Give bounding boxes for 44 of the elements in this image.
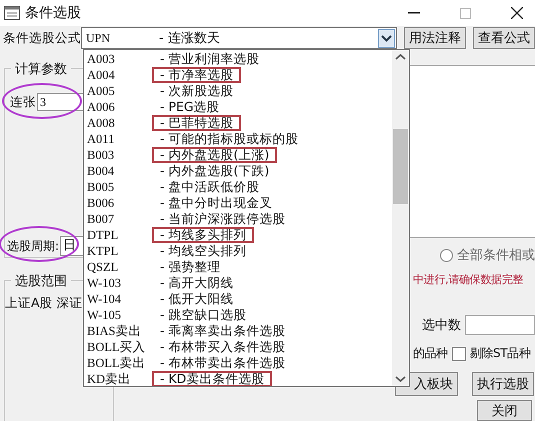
param-label: 选股周期: <box>7 238 60 254</box>
group-title: 计算参数 <box>11 60 71 78</box>
count-label: 选中数 <box>422 317 461 334</box>
dropdown-item[interactable]: BIAS卖出 - 乖离率卖出条件选股 <box>84 323 392 339</box>
option-label: 的品种 <box>413 345 448 362</box>
dropdown-item[interactable]: A004 - 市净率选股 <box>84 67 392 83</box>
dropdown-item[interactable]: A006 - PEG选股 <box>84 99 392 115</box>
group-title: 选股范围 <box>11 272 71 290</box>
dropdown-item[interactable]: B007 - 当前沪深涨跌停选股 <box>84 211 392 227</box>
param-label: 连张 <box>10 94 36 110</box>
toolbar-button[interactable]: 用法注释 <box>404 27 466 49</box>
toolbar-button[interactable]: 查看公式 <box>473 27 535 49</box>
dropdown-item[interactable]: BOLL买入 - 布林带买入条件选股 <box>84 339 392 355</box>
dropdown-item[interactable]: A008 - 巴菲特选股 <box>84 115 392 131</box>
action-button[interactable]: 执行选股 <box>472 372 534 396</box>
formula-dropdown[interactable]: UPN - 连涨数天 <box>81 27 397 49</box>
window-title: 条件选股 <box>25 4 81 22</box>
dropdown-item[interactable]: BOLL卖出 - 布林带卖出条件选股 <box>84 355 392 371</box>
minimize-icon[interactable] <box>408 12 420 14</box>
checkbox[interactable] <box>452 346 466 360</box>
radio-label[interactable]: 全部条件相或 <box>457 246 535 264</box>
count-field <box>465 315 535 335</box>
formula-label: 条件选股公式 <box>2 30 81 46</box>
close-button[interactable]: 关闭 <box>477 400 532 421</box>
close-icon[interactable] <box>511 7 523 19</box>
scrollbar[interactable] <box>392 50 409 386</box>
dropdown-item[interactable]: B003 - 内外盘选股(上涨) <box>84 147 392 163</box>
dropdown-item[interactable]: W-104 - 低开大阳线 <box>84 291 392 307</box>
dropdown-item[interactable]: QSZL - 强势整理 <box>84 259 392 275</box>
dropdown-item[interactable]: B004 - 内外盘选股(下跌) <box>84 163 392 179</box>
dropdown-item[interactable]: W-105 - 跳空缺口选股 <box>84 307 392 323</box>
dropdown-item[interactable]: W-103 - 高开大阴线 <box>84 275 392 291</box>
dropdown-item[interactable]: KD卖出 - KD卖出条件选股 <box>84 371 392 386</box>
warning-text: 中进行,请确保数据完整 <box>413 272 524 287</box>
dropdown-item[interactable]: B006 - 盘中分时出现金叉 <box>84 195 392 211</box>
radio-button[interactable] <box>440 248 453 262</box>
market-range-text: 上证A股 深证 <box>5 295 83 312</box>
scroll-thumb[interactable] <box>393 129 408 204</box>
dropdown-item[interactable]: A005 - 次新股选股 <box>84 83 392 99</box>
dropdown-item[interactable]: A003 - 营业利润率选股 <box>84 51 392 67</box>
window-icon <box>4 6 20 20</box>
dropdown-item[interactable]: B005 - 盘中活跃低价股 <box>84 179 392 195</box>
dropdown-item[interactable]: A011 - 可能的指标股或标的股 <box>84 131 392 147</box>
option-label: 剔除ST品种 <box>470 345 530 362</box>
